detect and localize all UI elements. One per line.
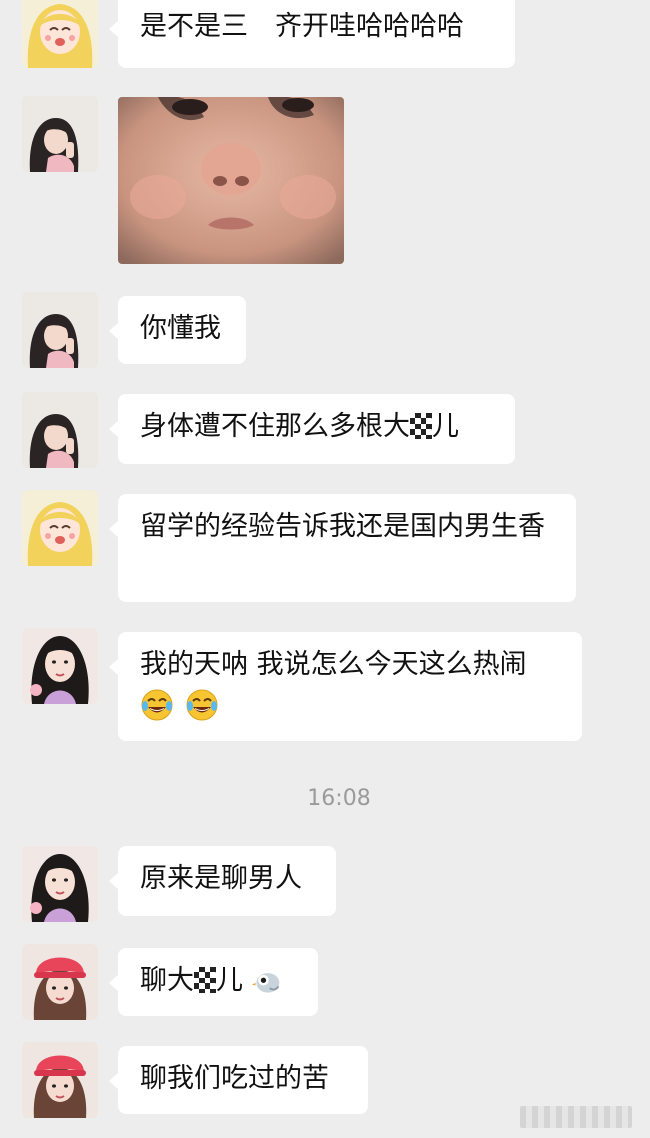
watermark — [520, 1106, 632, 1128]
message-bubble[interactable]: 聊大儿 — [109, 948, 318, 1016]
message-text: 原来是聊男人 — [140, 863, 302, 894]
message-bubble[interactable]: 你懂我 — [109, 296, 246, 364]
message-bubble[interactable]: 身体遭不住那么多根大儿 — [109, 394, 515, 464]
message-text: 留学的经验告诉我还是国内男生香 — [140, 511, 545, 542]
message-text: 是不是三 齐开哇哈哈哈哈 — [140, 11, 464, 42]
message-bubble[interactable]: 是不是三 齐开哇哈哈哈哈 — [109, 0, 515, 68]
message-bubble[interactable]: 留学的经验告诉我还是国内男生香 — [109, 494, 576, 602]
message-text: 我的天呐 我说怎么今天这么热闹 — [140, 649, 527, 680]
message-text: 身体遭不住那么多根大 — [140, 411, 410, 442]
long-hair-girl-avatar[interactable] — [22, 628, 98, 704]
message-timestamp: 16:08 — [307, 786, 371, 811]
laughing-crying-emoji — [140, 688, 221, 720]
blonde-cartoon-girl-avatar[interactable] — [22, 0, 98, 68]
chat-window: 是不是三 齐开哇哈哈哈哈 你懂我 身体遭不住那么多根大 儿 留学的经验告诉我还是… — [0, 0, 650, 1138]
message-text: 聊我们吃过的苦 — [140, 1063, 329, 1094]
mosaic-censor — [410, 413, 432, 439]
dark-hair-girl-avatar[interactable] — [22, 392, 98, 468]
pink-hat-girl-avatar[interactable] — [22, 944, 98, 1020]
mosaic-censor — [194, 967, 216, 993]
message-text: 儿 — [432, 411, 459, 442]
message-text: 聊大 — [140, 965, 194, 996]
blonde-cartoon-girl-avatar[interactable] — [22, 490, 98, 566]
dark-hair-girl-avatar[interactable] — [22, 96, 98, 172]
pink-hat-girl-avatar[interactable] — [22, 1042, 98, 1118]
baby-face-sticker[interactable] — [118, 97, 344, 264]
message-bubble[interactable]: 聊我们吃过的苦 — [109, 1046, 368, 1114]
dark-hair-girl-avatar[interactable] — [22, 292, 98, 368]
long-hair-girl-avatar[interactable] — [22, 846, 98, 922]
bird-emoji — [251, 965, 284, 996]
message-bubble[interactable]: 我的天呐 我说怎么今天这么热闹 — [109, 632, 582, 741]
message-bubble[interactable]: 原来是聊男人 — [109, 846, 336, 916]
message-text: 儿 — [216, 965, 243, 996]
message-text: 你懂我 — [140, 313, 221, 344]
